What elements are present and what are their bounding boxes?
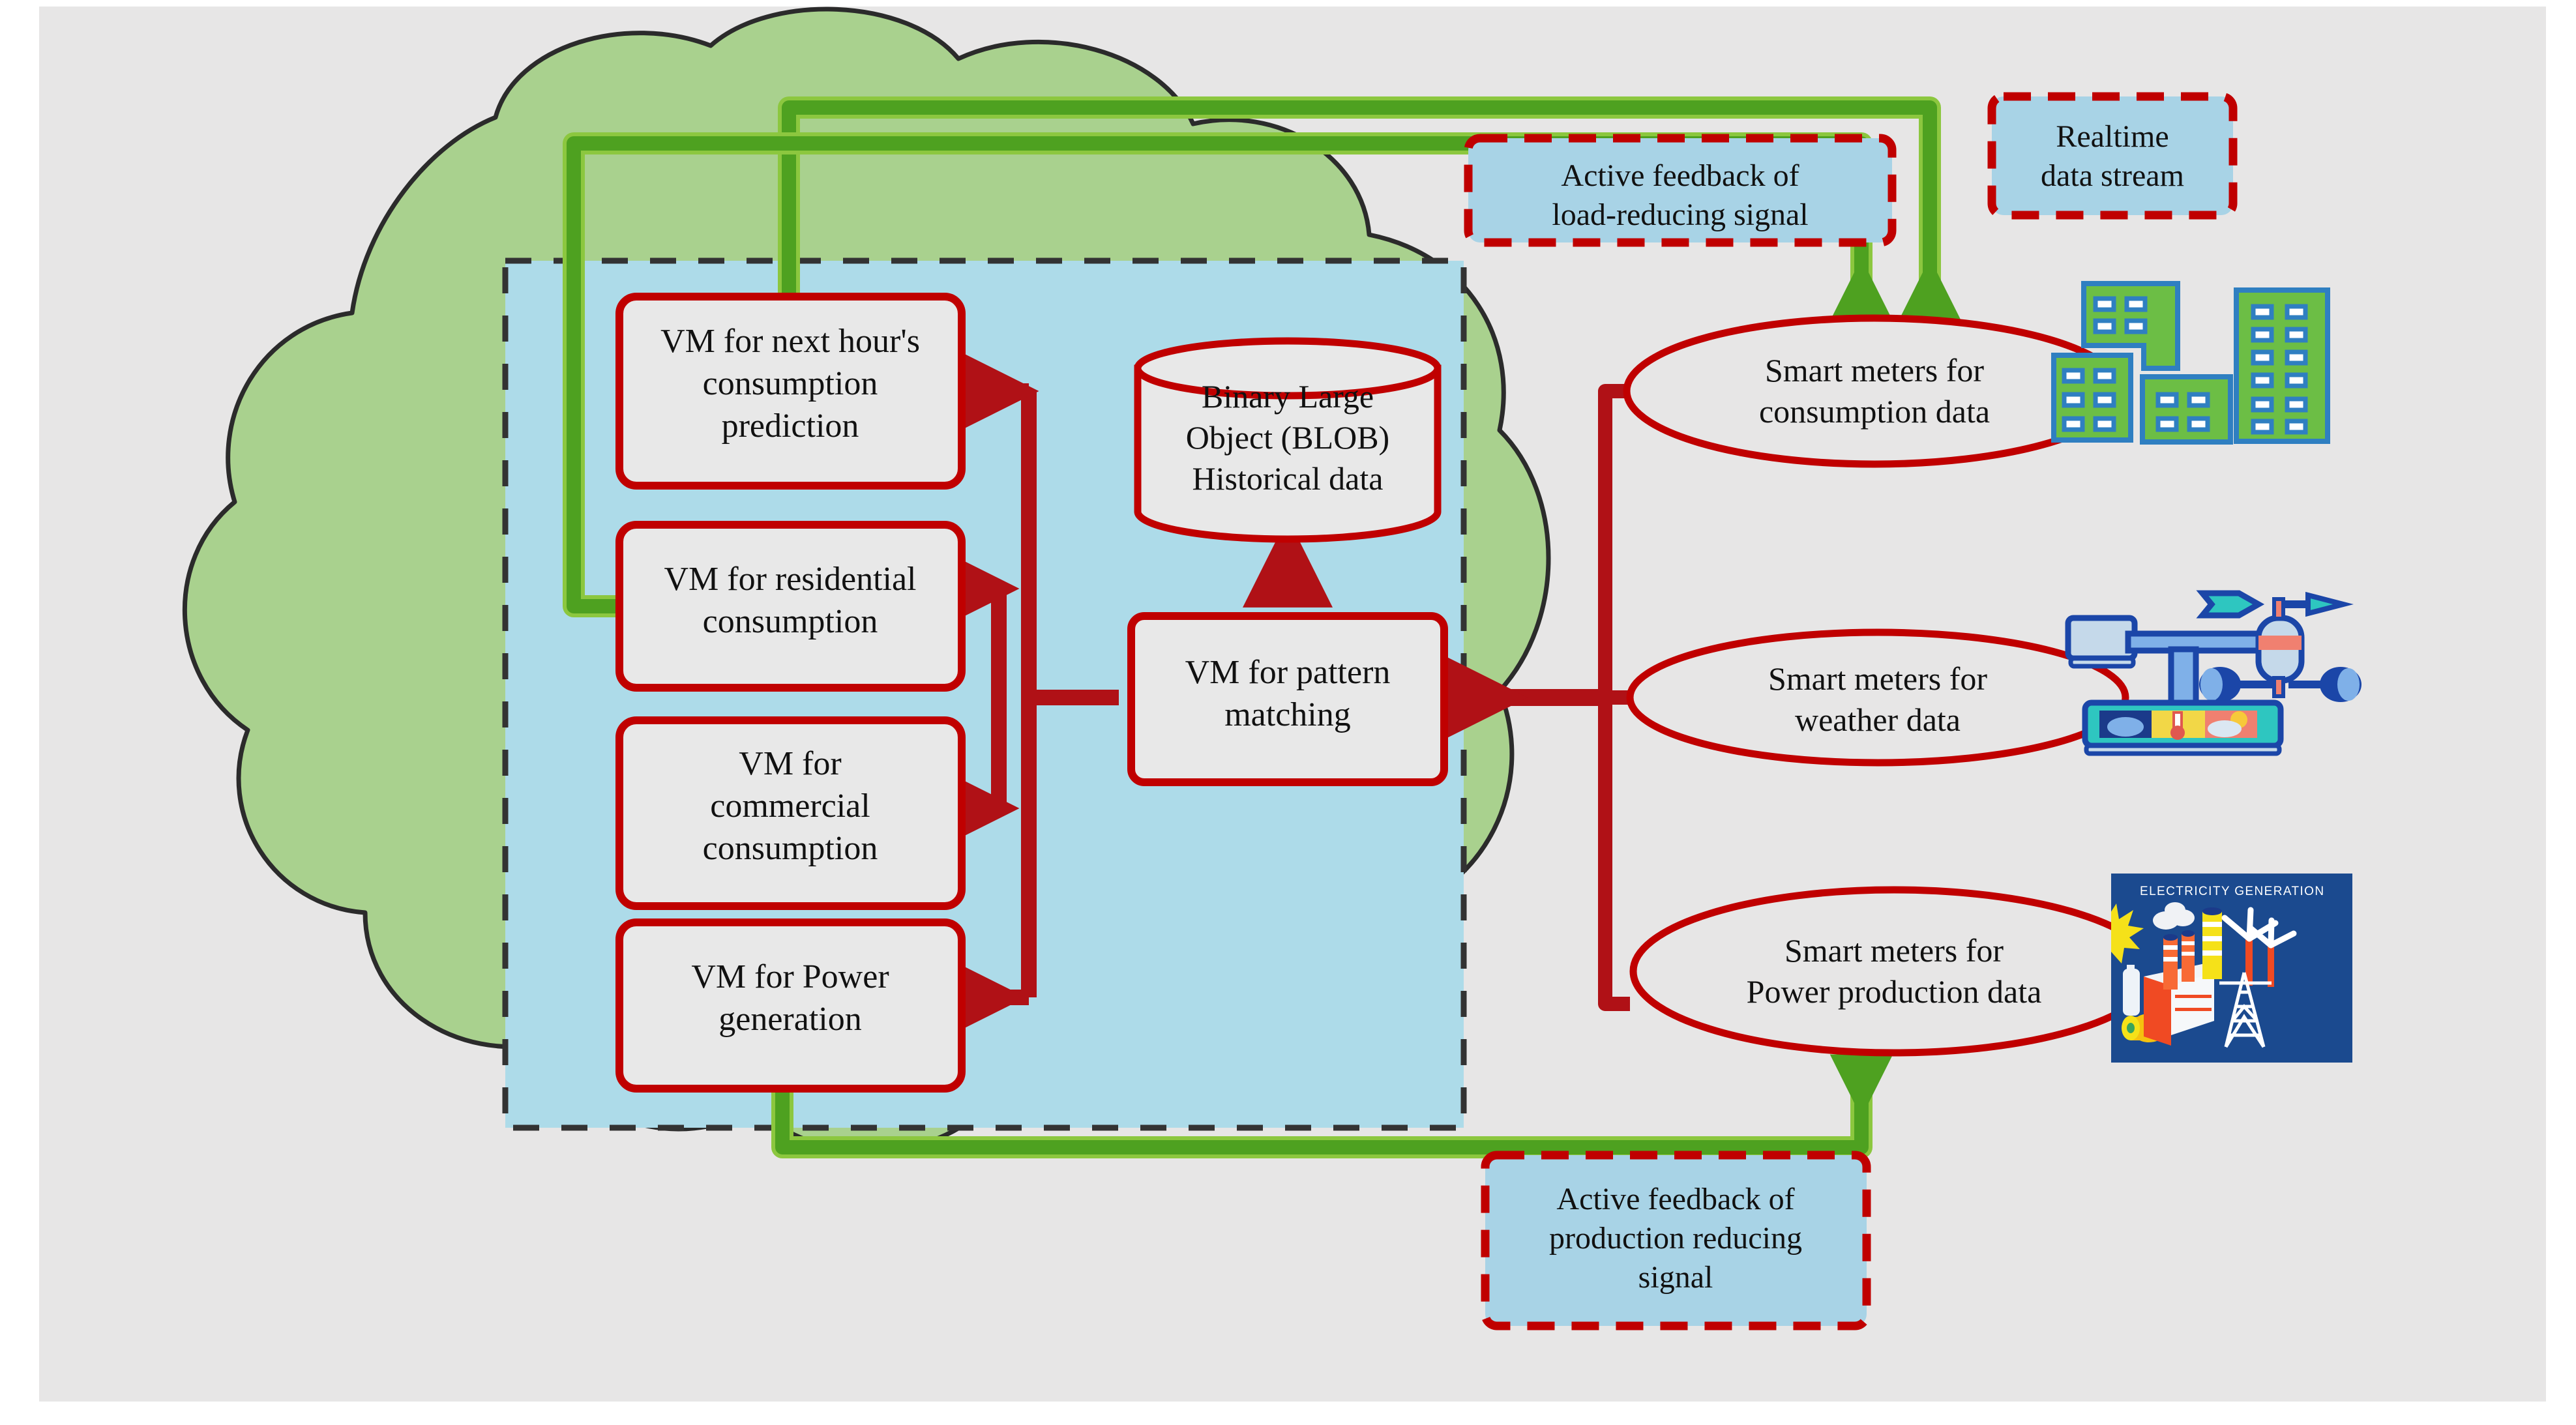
- architecture-diagram: VM for next hour's consumption predictio…: [39, 7, 2546, 1402]
- pattern-matching-line-2: matching: [1224, 696, 1351, 733]
- callout-realtime-line-2: data stream: [2041, 158, 2184, 193]
- meters-consumption-line-1: Smart meters for: [1765, 352, 1984, 389]
- meters-weather-line-2: weather data: [1795, 701, 1961, 738]
- blob-storage-cylinder[interactable]: Binary Large Object (BLOB) Historical da…: [1134, 337, 1442, 543]
- vm-power-line-2: generation: [718, 1001, 861, 1038]
- vm-commercial-line-3: consumption: [703, 830, 878, 867]
- diagram-stage: VM for next hour's consumption predictio…: [0, 0, 2576, 1425]
- vm-box-power-generation[interactable]: VM for Power generation: [615, 918, 966, 1093]
- vm-box-commercial[interactable]: VM for commercial consumption: [615, 716, 966, 910]
- vm-next-hour-line-3: prediction: [722, 407, 859, 445]
- smart-meters-consumption[interactable]: Smart meters for consumption data: [1623, 314, 2126, 468]
- vm-commercial-line-2: commercial: [710, 787, 870, 825]
- callout-load-line-2: load-reducing signal: [1552, 198, 1808, 232]
- meters-power-line-1: Smart meters for: [1784, 932, 2004, 969]
- callout-realtime-line-1: Realtime: [2056, 119, 2169, 154]
- vm-residential-line-1: VM for residential: [664, 561, 916, 598]
- pattern-matching-line-1: VM for pattern: [1185, 654, 1391, 691]
- electricity-generation-caption: ELECTRICITY GENERATION: [2140, 885, 2324, 898]
- meters-weather-line-1: Smart meters for: [1768, 660, 1987, 697]
- vm-commercial-line-1: VM for: [739, 745, 841, 782]
- callout-production-line-3: signal: [1638, 1260, 1713, 1295]
- vm-box-pattern-matching[interactable]: VM for pattern matching: [1127, 612, 1448, 786]
- vm-box-residential[interactable]: VM for residential consumption: [615, 521, 966, 692]
- callout-production-line-1: Active feedback of: [1556, 1182, 1794, 1216]
- blob-line-3: Historical data: [1192, 460, 1384, 497]
- meters-consumption-line-2: consumption data: [1759, 393, 1990, 430]
- smart-meters-weather[interactable]: Smart meters for weather data: [1626, 628, 2129, 767]
- callout-production-line-2: production reducing: [1549, 1221, 1802, 1256]
- blob-line-1: Binary Large: [1202, 378, 1374, 415]
- vm-next-hour-line-1: VM for next hour's: [660, 323, 920, 360]
- vm-residential-line-2: consumption: [703, 603, 878, 640]
- callout-realtime-data-stream[interactable]: Realtime data stream: [1987, 92, 2238, 220]
- vm-next-hour-line-2: consumption: [703, 365, 878, 402]
- callout-production-reducing-signal[interactable]: Active feedback of production reducing s…: [1481, 1151, 1871, 1330]
- vm-power-line-1: VM for Power: [691, 958, 889, 995]
- smart-meters-power-production[interactable]: Smart meters for Power production data: [1629, 886, 2159, 1057]
- vm-box-next-hour[interactable]: VM for next hour's consumption predictio…: [615, 293, 966, 490]
- electricity-generation-icon: ELECTRICITY GENERATION: [2111, 874, 2352, 1063]
- meters-power-line-2: Power production data: [1747, 973, 2042, 1010]
- blob-line-2: Object (BLOB): [1186, 419, 1389, 456]
- callout-load-line-1: Active feedback of: [1561, 158, 1799, 193]
- callout-load-reducing-signal[interactable]: Active feedback of load-reducing signal: [1464, 134, 1897, 247]
